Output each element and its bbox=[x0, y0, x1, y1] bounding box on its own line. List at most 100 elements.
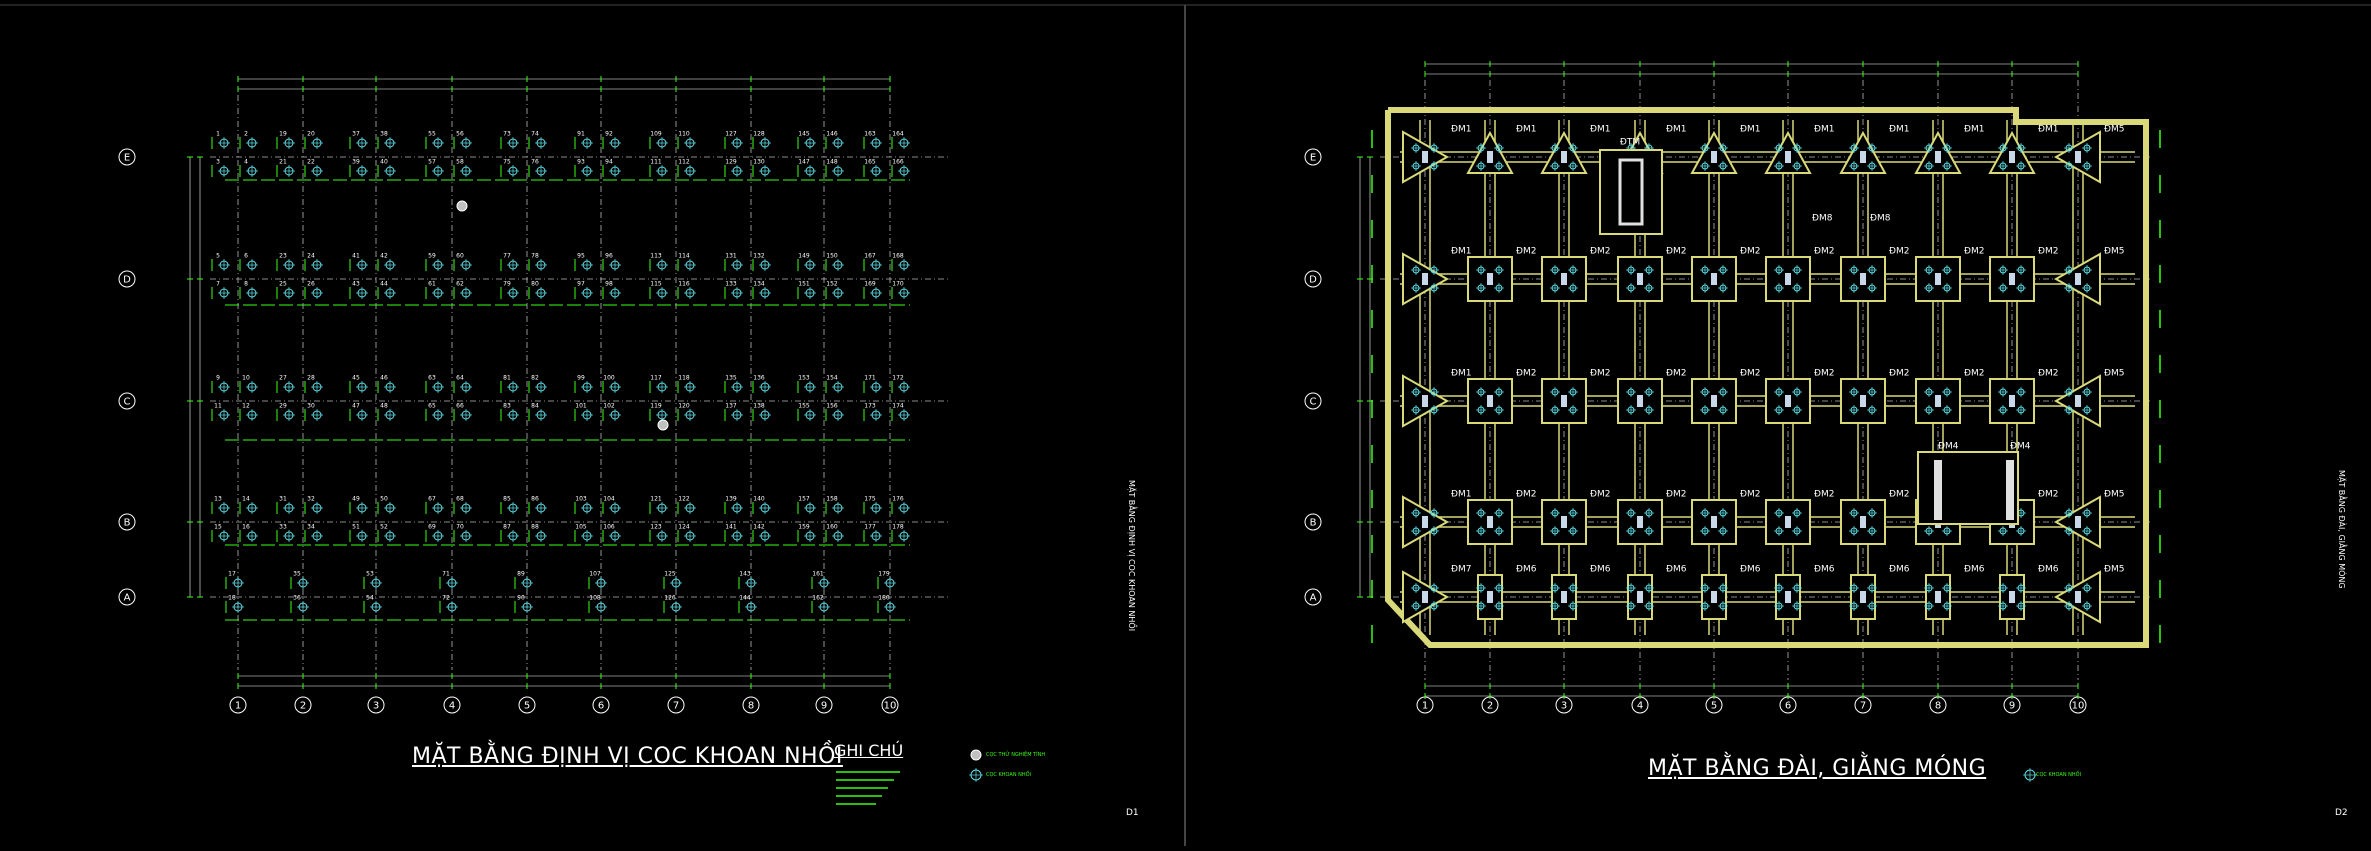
pile-number: 70 bbox=[456, 524, 464, 531]
pile-number: 52 bbox=[380, 524, 388, 531]
pile-cap-tag: ĐM2 bbox=[1590, 369, 1610, 379]
column-stub bbox=[1860, 516, 1866, 528]
pile-cap-tag: ĐM2 bbox=[1590, 490, 1610, 500]
pile-cap-tag: ĐM4 bbox=[1938, 442, 1959, 452]
elevator-pit-cap bbox=[1599, 149, 1663, 235]
pile-number: 125 bbox=[664, 571, 676, 578]
pile-cap-tag: ĐM2 bbox=[1889, 490, 1909, 500]
pile-number: 56 bbox=[456, 131, 464, 138]
pile-number: 80 bbox=[531, 281, 539, 288]
column-stub bbox=[1561, 516, 1567, 528]
pile-cap-tag: ĐM1 bbox=[1451, 490, 1471, 500]
pile-cap-tag: ĐM2 bbox=[1814, 490, 1834, 500]
pile-cap-tag: ĐM1 bbox=[2038, 125, 2058, 135]
axis-label-col: 4 bbox=[1637, 701, 1643, 712]
pile-number: 28 bbox=[307, 375, 315, 382]
column-stub bbox=[1935, 395, 1941, 407]
axis-label-col: 6 bbox=[1785, 701, 1791, 712]
pile-number: 177 bbox=[864, 524, 876, 531]
pile-number: 85 bbox=[503, 496, 511, 503]
pile-layout-plan: 1 2 3 4 5 6 7 8 9 10EDCBA1 23 45 67 89 1011 1213 1415 161… bbox=[118, 76, 983, 805]
axis-label-col: 9 bbox=[2009, 701, 2015, 712]
pile-number: 129 bbox=[725, 159, 737, 166]
test-pile-marker bbox=[456, 200, 468, 212]
pile-number: 72 bbox=[442, 595, 450, 602]
pile-number: 136 bbox=[753, 375, 765, 382]
pile-number: 44 bbox=[380, 281, 388, 288]
pile-cap-tag: ĐM2 bbox=[1516, 247, 1536, 257]
pile-number: 169 bbox=[864, 281, 876, 288]
pile-number: 117 bbox=[650, 375, 662, 382]
pile-number: 122 bbox=[678, 496, 690, 503]
pile-number: 94 bbox=[605, 159, 613, 166]
pile-number: 105 bbox=[575, 524, 587, 531]
pile-number: 43 bbox=[352, 281, 360, 288]
pile-number: 50 bbox=[380, 496, 388, 503]
axis-label-col: 10 bbox=[884, 701, 897, 712]
pile-number: 29 bbox=[279, 403, 287, 410]
pile-number: 78 bbox=[531, 253, 539, 260]
pile-number: 100 bbox=[603, 375, 615, 382]
column-stub bbox=[1860, 273, 1866, 285]
test-pile-marker bbox=[657, 419, 669, 431]
pile-cap-tag: ĐM2 bbox=[1666, 490, 1686, 500]
axis-label-row: C bbox=[124, 397, 131, 408]
column-stub bbox=[2075, 273, 2081, 285]
column-stub bbox=[1785, 273, 1791, 285]
pile-cap-tag: ĐM2 bbox=[1590, 247, 1610, 257]
pile-cap-tag: ĐM6 bbox=[1814, 565, 1835, 575]
column-stub bbox=[1785, 591, 1791, 603]
column-stub bbox=[2009, 273, 2015, 285]
column-stub bbox=[1711, 395, 1717, 407]
pile-number: 48 bbox=[380, 403, 388, 410]
pile-number: 157 bbox=[798, 496, 810, 503]
pile-number: 74 bbox=[531, 131, 539, 138]
pile-cap-tag: ĐM6 bbox=[1516, 565, 1537, 575]
pile-number: 164 bbox=[892, 131, 904, 138]
axis-label-row: C bbox=[1310, 397, 1317, 408]
pile-cap-tag: ĐM2 bbox=[1814, 369, 1834, 379]
column-stub bbox=[1785, 151, 1791, 163]
sheet-number-d1: D1 bbox=[1126, 808, 1139, 818]
pile-number: 104 bbox=[603, 496, 615, 503]
core-wall bbox=[1934, 460, 1942, 520]
pile-cap-tag: ĐM2 bbox=[1889, 247, 1909, 257]
pile-cap-tag: ĐM8 bbox=[1812, 214, 1833, 224]
column-stub bbox=[1711, 273, 1717, 285]
pile-number: 175 bbox=[864, 496, 876, 503]
pile-number: 134 bbox=[753, 281, 765, 288]
pile-number: 135 bbox=[725, 375, 737, 382]
pile-number: 32 bbox=[307, 496, 315, 503]
pile-number: 14 bbox=[242, 496, 250, 503]
pile-number: 7 bbox=[216, 281, 220, 288]
pile-number: 126 bbox=[664, 595, 676, 602]
pile-cap-dm4 bbox=[1917, 451, 2019, 525]
pile-number: 102 bbox=[603, 403, 615, 410]
pile-cap-tag: ĐTM bbox=[1620, 138, 1640, 148]
sheet-number-d2: D2 bbox=[2335, 808, 2348, 818]
pile-number: 30 bbox=[307, 403, 315, 410]
pile-number: 18 bbox=[228, 595, 236, 602]
pile-number: 138 bbox=[753, 403, 765, 410]
pile-number: 140 bbox=[753, 496, 765, 503]
pile-number: 24 bbox=[307, 253, 315, 260]
pile-cap-tag: ĐM2 bbox=[1516, 490, 1536, 500]
pile-number: 115 bbox=[650, 281, 662, 288]
pile-number: 103 bbox=[575, 496, 587, 503]
axis-label-row: D bbox=[123, 275, 131, 286]
pile-number: 39 bbox=[352, 159, 360, 166]
column-stub bbox=[1561, 395, 1567, 407]
axis-label-col: 5 bbox=[1711, 701, 1717, 712]
pile-cap-tag: ĐM2 bbox=[2038, 369, 2058, 379]
pile-cap-tag: ĐM2 bbox=[1740, 247, 1760, 257]
pile-number: 152 bbox=[826, 281, 838, 288]
pile-number: 153 bbox=[798, 375, 810, 382]
pile-number: 167 bbox=[864, 253, 876, 260]
pile-number: 127 bbox=[725, 131, 737, 138]
pile-number: 180 bbox=[878, 595, 890, 602]
column-stub bbox=[1860, 151, 1866, 163]
pile-cap-tag: ĐM1 bbox=[1964, 125, 1984, 135]
pile-number: 25 bbox=[279, 281, 287, 288]
pile-number: 38 bbox=[380, 131, 388, 138]
pile-layout-side-title: MẶT BẰNG ĐỊNH VỊ COC KHOAN NHỒI bbox=[1127, 480, 1136, 632]
